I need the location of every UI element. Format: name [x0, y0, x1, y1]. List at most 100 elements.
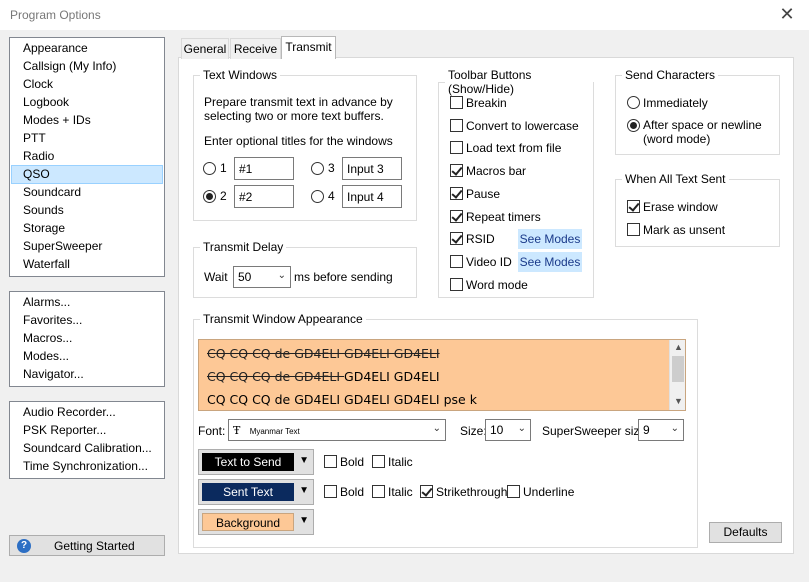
sidebar-item-radio[interactable]: Radio	[23, 147, 54, 165]
tab-general[interactable]: General	[181, 38, 229, 59]
size-select[interactable]: 10 ⌄	[485, 419, 531, 441]
erase-window-label: Erase window	[643, 200, 718, 214]
macros-bar-checkbox[interactable]	[450, 164, 463, 177]
send-immediately-radio[interactable]	[627, 96, 640, 109]
dropdown-arrow-icon: ▼	[299, 485, 309, 496]
sent-text-underline-checkbox[interactable]	[507, 485, 520, 498]
sidebar-item-alarms[interactable]: Alarms...	[23, 293, 70, 311]
sidebar-item-soundcard-calibration[interactable]: Soundcard Calibration...	[23, 439, 152, 457]
getting-started-button[interactable]: ? Getting Started	[9, 535, 165, 556]
when-all-sent-legend: When All Text Sent	[625, 172, 726, 186]
delay-value: 50	[238, 270, 252, 284]
sent-text-strikethrough-checkbox[interactable]	[420, 485, 433, 498]
tools-list[interactable]: Alarms... Favorites... Macros... Modes..…	[9, 291, 165, 387]
bold-label: Bold	[340, 485, 365, 499]
window3-title-input[interactable]	[342, 157, 402, 180]
sidebar-item-supersweeper[interactable]: SuperSweeper	[23, 237, 102, 255]
scroll-down-icon[interactable]: ▼	[674, 396, 683, 406]
window1-title-input[interactable]	[234, 157, 294, 180]
transmit-preview[interactable]: CQ CQ CQ de GD4ELI GD4ELI GD4ELI CQ CQ C…	[198, 339, 686, 411]
rsid-see-modes-link[interactable]: See Modes	[518, 229, 582, 249]
window1-radio[interactable]	[203, 162, 216, 175]
send-after-space-radio[interactable]	[627, 119, 640, 132]
underline-label: Underline	[523, 485, 575, 499]
delay-suffix: ms before sending	[294, 270, 393, 284]
sidebar-item-callsign[interactable]: Callsign (My Info)	[23, 57, 116, 75]
sent-text-italic-checkbox[interactable]	[372, 485, 385, 498]
text-to-send-italic-checkbox[interactable]	[372, 455, 385, 468]
window2-num: 2	[220, 189, 227, 203]
getting-started-label: Getting Started	[54, 539, 135, 553]
toolbar-buttons-legend: Toolbar Buttons (Show/Hide)	[448, 68, 532, 96]
transmit-appearance-legend: Transmit Window Appearance	[203, 312, 363, 326]
italic-label: Italic	[388, 455, 413, 469]
tab-transmit[interactable]: Transmit	[281, 36, 336, 59]
lowercase-checkbox[interactable]	[450, 119, 463, 132]
lowercase-label: Convert to lowercase	[466, 119, 579, 133]
sidebar-item-ptt[interactable]: PTT	[23, 129, 46, 147]
sidebar-item-time-sync[interactable]: Time Synchronization...	[23, 457, 148, 475]
text-to-send-color-button[interactable]: Text to Send ▼	[198, 449, 314, 475]
sidebar-item-modes[interactable]: Modes...	[23, 347, 69, 365]
text-windows-desc3: Enter optional titles for the windows	[204, 134, 393, 148]
close-icon[interactable]: ✕	[774, 3, 800, 25]
repeat-timers-checkbox[interactable]	[450, 210, 463, 223]
defaults-button[interactable]: Defaults	[709, 522, 782, 543]
pause-checkbox[interactable]	[450, 187, 463, 200]
word-mode-label: Word mode	[466, 278, 528, 292]
load-text-checkbox[interactable]	[450, 141, 463, 154]
window2-title-input[interactable]	[234, 185, 294, 208]
sidebar-item-logbook[interactable]: Logbook	[23, 93, 69, 111]
erase-window-checkbox[interactable]	[627, 200, 640, 213]
sidebar-item-favorites[interactable]: Favorites...	[23, 311, 82, 329]
utilities-list[interactable]: Audio Recorder... PSK Reporter... Soundc…	[9, 401, 165, 479]
sidebar-item-audio-recorder[interactable]: Audio Recorder...	[23, 403, 116, 421]
window4-title-input[interactable]	[342, 185, 402, 208]
word-mode-checkbox[interactable]	[450, 278, 463, 291]
tab-receive[interactable]: Receive	[230, 38, 281, 59]
sidebar-item-clock[interactable]: Clock	[23, 75, 53, 93]
preview-line-2-sent: CQ CQ CQ de GD4ELI	[207, 369, 345, 384]
send-after-space-label: After space or newline	[643, 118, 762, 132]
window4-radio[interactable]	[311, 190, 324, 203]
sidebar-item-psk-reporter[interactable]: PSK Reporter...	[23, 421, 106, 439]
breakin-checkbox[interactable]	[450, 96, 463, 109]
window3-radio[interactable]	[311, 162, 324, 175]
sent-text-color-button[interactable]: Sent Text ▼	[198, 479, 314, 505]
preview-scrollbar[interactable]: ▲ ▼	[669, 340, 685, 410]
font-select[interactable]: Ŧ Myanmar Text ⌄	[228, 419, 446, 441]
sidebar-item-storage[interactable]: Storage	[23, 219, 65, 237]
video-id-see-modes-link[interactable]: See Modes	[518, 252, 582, 272]
window-title: Program Options	[10, 8, 101, 22]
scroll-up-icon[interactable]: ▲	[674, 342, 683, 352]
text-to-send-swatch: Text to Send	[202, 453, 294, 471]
delay-select[interactable]: 50 ⌄	[233, 266, 291, 288]
help-icon: ?	[17, 539, 31, 553]
mark-unsent-checkbox[interactable]	[627, 223, 640, 236]
font-value: Myanmar Text	[249, 427, 300, 436]
sidebar-item-sounds[interactable]: Sounds	[23, 201, 64, 219]
window2-radio[interactable]	[203, 190, 216, 203]
size-value: 10	[490, 423, 504, 437]
sidebar-item-modes-ids[interactable]: Modes + IDs	[23, 111, 91, 129]
scroll-thumb[interactable]	[672, 356, 684, 382]
sidebar-item-waterfall[interactable]: Waterfall	[23, 255, 70, 273]
sidebar-item-macros[interactable]: Macros...	[23, 329, 72, 347]
sidebar-item-appearance[interactable]: Appearance	[23, 39, 88, 57]
rsid-label: RSID	[466, 232, 495, 246]
background-color-button[interactable]: Background ▼	[198, 509, 314, 535]
supersweeper-size-label: SuperSweeper size:	[542, 424, 650, 438]
mark-unsent-label: Mark as unsent	[643, 223, 726, 237]
window4-num: 4	[328, 189, 335, 203]
options-category-list[interactable]: Appearance Callsign (My Info) Clock Logb…	[9, 37, 165, 277]
transmit-delay-group: Transmit Delay	[193, 240, 417, 298]
rsid-checkbox[interactable]	[450, 232, 463, 245]
sidebar-item-navigator[interactable]: Navigator...	[23, 365, 84, 383]
video-id-checkbox[interactable]	[450, 255, 463, 268]
load-text-label: Load text from file	[466, 141, 562, 155]
sent-text-bold-checkbox[interactable]	[324, 485, 337, 498]
text-to-send-bold-checkbox[interactable]	[324, 455, 337, 468]
supersweeper-size-select[interactable]: 9 ⌄	[638, 419, 684, 441]
sidebar-item-soundcard[interactable]: Soundcard	[23, 183, 81, 201]
sidebar-item-qso[interactable]: QSO	[23, 165, 50, 183]
